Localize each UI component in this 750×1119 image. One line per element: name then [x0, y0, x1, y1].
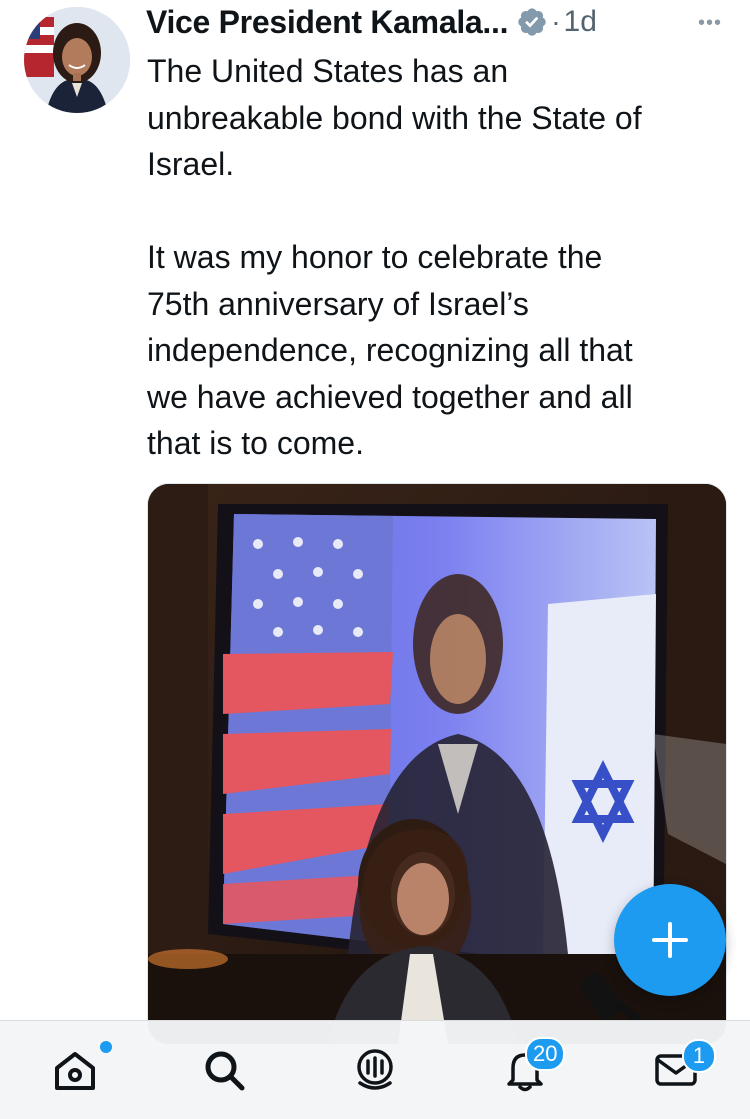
- author-avatar-image: [24, 7, 130, 113]
- nav-spaces[interactable]: [315, 1021, 435, 1119]
- nav-notifications[interactable]: 20: [465, 1021, 585, 1119]
- tweet-header: Vice President Kamala... · 1d: [146, 4, 730, 40]
- more-icon[interactable]: •••: [698, 12, 722, 35]
- nav-home[interactable]: [15, 1021, 135, 1119]
- author-name[interactable]: Vice President Kamala...: [146, 4, 508, 41]
- compose-button[interactable]: [614, 884, 726, 996]
- author-avatar[interactable]: [24, 7, 130, 113]
- compose-icon: [652, 922, 688, 958]
- home-unread-dot: [100, 1041, 112, 1053]
- spaces-icon: [357, 1049, 393, 1090]
- search-icon: [205, 1051, 245, 1091]
- verified-badge-icon: [508, 6, 548, 38]
- messages-count-badge: 1: [682, 1039, 716, 1073]
- header-separator: ·: [551, 6, 561, 37]
- bottom-navigation: 20 1: [0, 1020, 750, 1119]
- tweet-time[interactable]: 1d: [564, 5, 597, 39]
- home-icon: [55, 1052, 95, 1090]
- nav-search[interactable]: [164, 1021, 284, 1119]
- tweet-text: The United States has an unbreakable bon…: [147, 53, 642, 461]
- notifications-count-badge: 20: [525, 1037, 566, 1071]
- nav-messages[interactable]: 1: [616, 1021, 736, 1119]
